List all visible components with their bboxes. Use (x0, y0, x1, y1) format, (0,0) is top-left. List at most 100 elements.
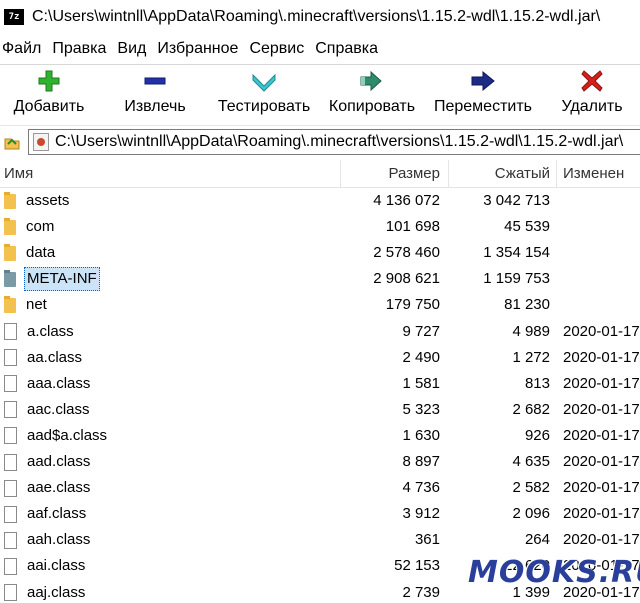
file-icon (4, 453, 17, 471)
name-cell: assets (4, 188, 71, 214)
arrow-right-icon (470, 66, 496, 96)
folder-icon (4, 269, 16, 287)
name-cell: aah.class (4, 527, 92, 553)
list-item[interactable]: aae.class 4 736 2 582 2020-01-17 (0, 475, 640, 501)
menu-view[interactable]: Вид (117, 40, 152, 58)
list-item[interactable]: a.class 9 727 4 989 2020-01-17 (0, 319, 640, 345)
modified-cell (563, 266, 640, 292)
packed-cell: 81 230 (504, 296, 550, 314)
check-icon (251, 66, 277, 96)
menu-edit[interactable]: Правка (52, 40, 112, 58)
packed-cell: 4 989 (512, 322, 550, 340)
modified-cell (563, 292, 640, 318)
copy-button[interactable]: Копировать (324, 66, 420, 122)
menu-file[interactable]: Файл (0, 40, 47, 58)
list-item[interactable]: aah.class 361 264 2020-01-17 (0, 527, 640, 553)
add-button[interactable]: Добавить (4, 66, 94, 122)
name-cell: aaf.class (4, 501, 88, 527)
address-input[interactable]: C:\Users\wintnll\AppData\Roaming\.minecr… (28, 129, 640, 155)
list-item[interactable]: net 179 750 81 230 (0, 292, 640, 318)
list-item[interactable]: aac.class 5 323 2 682 2020-01-17 (0, 397, 640, 423)
packed-cell: 3 042 713 (483, 192, 550, 209)
modified-cell: 2020-01-17 (563, 426, 640, 444)
packed-cell: 1 159 753 (483, 270, 550, 288)
delete-button[interactable]: Удалить (552, 66, 632, 122)
name-cell: aaj.class (4, 580, 87, 603)
item-name: aah.class (27, 531, 91, 549)
name-cell: aae.class (4, 475, 92, 501)
size-cell: 2 908 621 (373, 270, 440, 288)
list-item[interactable]: aaa.class 1 581 813 2020-01-17 (0, 371, 640, 397)
name-cell: aac.class (4, 397, 92, 423)
packed-cell: 45 539 (504, 218, 550, 236)
toolbar-divider (0, 64, 640, 65)
folder-icon (4, 243, 16, 261)
list-item[interactable]: com 101 698 45 539 (0, 214, 640, 240)
copy-label: Копировать (328, 98, 416, 115)
size-cell: 9 727 (402, 322, 440, 340)
extract-button[interactable]: Извлечь (112, 66, 198, 122)
list-header: Имя Размер Сжатый Изменен (0, 160, 640, 188)
size-cell: 2 578 460 (373, 244, 440, 262)
column-name-header[interactable]: Имя (4, 160, 33, 188)
list-item[interactable]: aad$a.class 1 630 926 2020-01-17 (0, 423, 640, 449)
name-cell: aad.class (4, 449, 92, 475)
7zip-app-icon[interactable]: 7z (4, 9, 24, 25)
modified-cell: 2020-01-17 (563, 322, 640, 340)
list-item[interactable]: aa.class 2 490 1 272 2020-01-17 (0, 345, 640, 371)
extract-label: Извлечь (124, 98, 186, 115)
file-list[interactable]: Имя Размер Сжатый Изменен assets 4 136 07… (0, 160, 640, 603)
packed-cell: 2 682 (512, 400, 550, 418)
menu-help[interactable]: Справка (315, 40, 384, 58)
packed-cell: 1 272 (512, 348, 550, 366)
modified-cell: 2020-01-17 (563, 505, 640, 523)
list-item[interactable]: data 2 578 460 1 354 154 (0, 240, 640, 266)
size-cell: 179 750 (385, 296, 440, 314)
list-item[interactable]: assets 4 136 072 3 042 713 (0, 188, 640, 214)
minus-icon (143, 66, 167, 96)
name-cell: net (4, 292, 49, 318)
list-item[interactable]: aaf.class 3 912 2 096 2020-01-17 (0, 501, 640, 527)
list-item[interactable]: aad.class 8 897 4 635 2020-01-17 (0, 449, 640, 475)
packed-cell: 264 (524, 531, 550, 549)
folder-up-icon[interactable] (2, 132, 22, 152)
column-modified-header[interactable]: Изменен (563, 160, 624, 188)
modified-cell (563, 214, 640, 240)
folder-icon (4, 191, 16, 209)
item-name: aaj.class (27, 583, 86, 601)
name-cell: a.class (4, 319, 76, 345)
packed-cell: 813 (524, 374, 550, 392)
item-name: aai.class (27, 557, 86, 575)
column-packed-header[interactable]: Сжатый (448, 160, 550, 188)
list-item[interactable]: META-INF 2 908 621 1 159 753 (0, 266, 640, 292)
column-size-header[interactable]: Размер (340, 160, 440, 188)
plus-icon (37, 66, 61, 96)
move-button[interactable]: Переместить (430, 66, 536, 122)
watermark: MOOKS.RU (468, 555, 640, 590)
packed-cell: 1 354 154 (483, 244, 550, 262)
column-divider[interactable] (556, 160, 557, 188)
size-cell: 101 698 (385, 218, 440, 236)
packed-cell: 4 635 (512, 453, 550, 470)
name-cell: com (4, 214, 56, 240)
double-arrow-icon (359, 66, 385, 96)
address-path: C:\Users\wintnll\AppData\Roaming\.minecr… (55, 133, 624, 150)
item-name: aa.class (27, 348, 83, 366)
size-cell: 3 912 (402, 505, 440, 523)
name-cell: aa.class (4, 345, 84, 371)
test-button[interactable]: Тестировать (214, 66, 314, 122)
menu-favorites[interactable]: Избранное (157, 40, 244, 58)
menu-tools[interactable]: Сервис (249, 40, 310, 58)
item-name: aaa.class (27, 374, 91, 392)
file-icon (4, 323, 17, 340)
size-cell: 8 897 (402, 453, 440, 470)
item-name: META-INF (24, 267, 100, 292)
name-cell: META-INF (4, 266, 100, 292)
size-cell: 2 739 (402, 583, 440, 601)
file-icon (4, 505, 17, 523)
packed-cell: 2 582 (512, 479, 550, 497)
name-cell: aad$a.class (4, 423, 109, 449)
item-name: aac.class (27, 400, 90, 418)
toolbar: Добавить Извлечь Тестировать Копировать … (0, 66, 640, 122)
size-cell: 5 323 (402, 400, 440, 418)
